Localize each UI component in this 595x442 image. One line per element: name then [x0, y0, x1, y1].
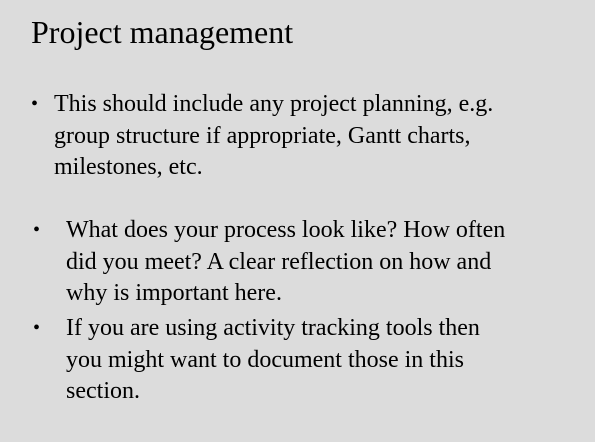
slide: Project management • This should include… — [0, 0, 595, 442]
bullet-text-line: why is important here. — [66, 280, 282, 306]
bullet-text-line: This should include any project planning… — [54, 91, 494, 117]
bullet-text-line: milestones, etc. — [54, 154, 203, 180]
bullet-marker: • — [33, 219, 41, 241]
bullet-marker: • — [31, 93, 39, 115]
bullet-marker: • — [33, 317, 41, 339]
bullet-text-line: section. — [66, 378, 140, 404]
bullet-item: • What does your process look like? How … — [33, 215, 506, 310]
bullet-text-line: What does your process look like? How of… — [66, 217, 506, 243]
bullet-text-line: If you are using activity tracking tools… — [66, 315, 480, 341]
bullet-text-line: you might want to document those in this — [66, 346, 464, 373]
bullet-text-line: group structure if appropriate, Gantt ch… — [54, 122, 471, 149]
slide-title: Project management — [31, 14, 294, 50]
bullet-item: • If you are using activity tracking too… — [33, 313, 480, 408]
bullet-text-line: did you meet? A clear reflection on how … — [66, 248, 492, 275]
bullet-item: • This should include any project planni… — [31, 89, 494, 184]
